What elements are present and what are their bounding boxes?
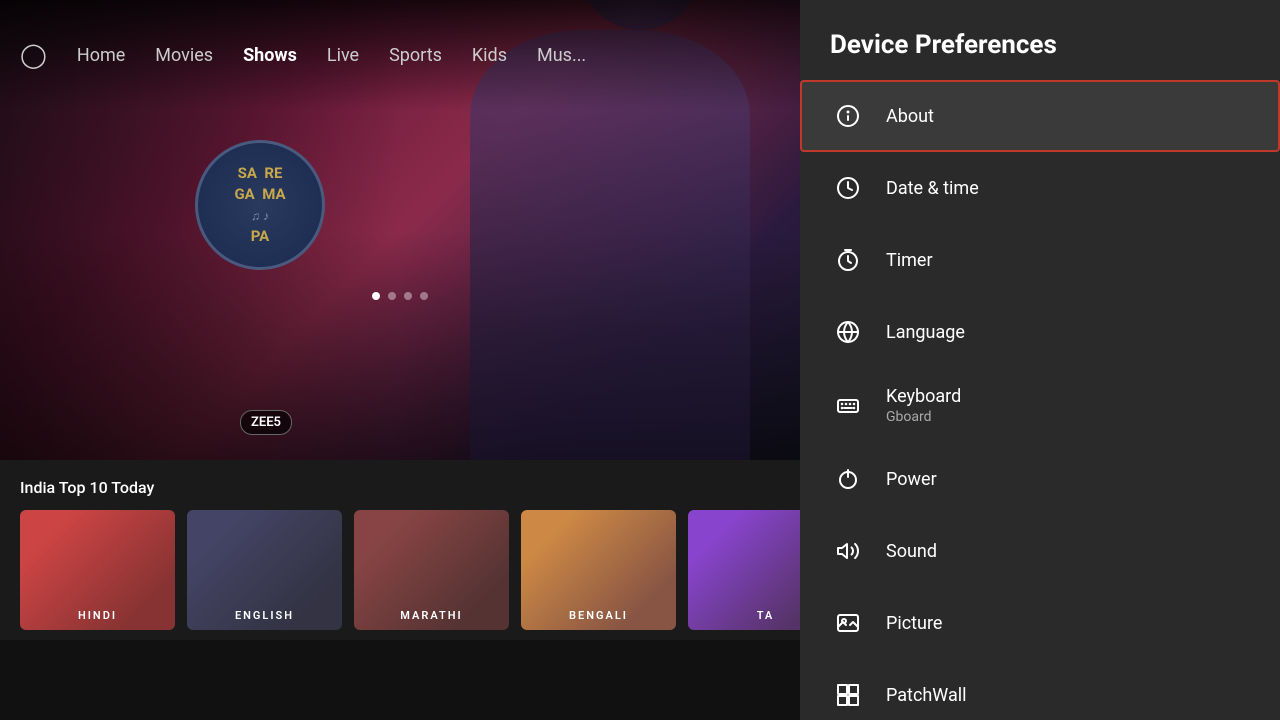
nav-shows[interactable]: Shows (243, 45, 297, 66)
card-ta-label: TA (688, 609, 800, 622)
carousel-dots (0, 292, 800, 300)
card-hindi-label: HINDI (20, 609, 175, 622)
menu-item-language[interactable]: Language (800, 296, 1280, 368)
nav-kids[interactable]: Kids (472, 45, 507, 66)
nav-sports[interactable]: Sports (389, 45, 442, 66)
patchwall-icon (830, 677, 866, 713)
nav-movies[interactable]: Movies (155, 45, 213, 66)
card-marathi[interactable]: MARATHI (354, 510, 509, 630)
profile-icon[interactable]: ◯ (20, 41, 47, 69)
menu-item-about[interactable]: About (800, 80, 1280, 152)
card-marathi-label: MARATHI (354, 609, 509, 622)
language-content: Language (886, 322, 965, 343)
timer-content: Timer (886, 250, 933, 271)
sound-label: Sound (886, 541, 937, 562)
keyboard-icon (830, 388, 866, 424)
hero-logo: SA REGA MA ♫ ♪ PA (195, 140, 325, 270)
patchwall-label: PatchWall (886, 685, 967, 706)
menu-item-sound[interactable]: Sound (800, 515, 1280, 587)
card-hindi[interactable]: HINDI (20, 510, 175, 630)
zee5-badge: ZEE5 (240, 410, 292, 435)
date-time-label: Date & time (886, 178, 979, 199)
keyboard-sublabel: Gboard (886, 409, 961, 425)
patchwall-content: PatchWall (886, 685, 967, 706)
menu-item-timer[interactable]: Timer (800, 224, 1280, 296)
menu-item-picture[interactable]: Picture (800, 587, 1280, 659)
menu-item-keyboard[interactable]: Keyboard Gboard (800, 368, 1280, 443)
picture-label: Picture (886, 613, 942, 634)
info-icon (830, 98, 866, 134)
menu-item-power[interactable]: Power (800, 443, 1280, 515)
menu-item-patchwall[interactable]: PatchWall (800, 659, 1280, 720)
content-rows: India Top 10 Today HINDI ENGLISH MARATHI… (0, 460, 800, 640)
top-nav: ◯ Home Movies Shows Live Sports Kids Mus… (0, 0, 800, 110)
nav-music[interactable]: Mus... (537, 45, 586, 66)
dot-1[interactable] (372, 292, 380, 300)
nav-home[interactable]: Home (77, 45, 125, 66)
picture-icon (830, 605, 866, 641)
picture-content: Picture (886, 613, 942, 634)
content-row: HINDI ENGLISH MARATHI BENGALI TA (20, 510, 780, 630)
language-label: Language (886, 322, 965, 343)
power-icon (830, 461, 866, 497)
power-content: Power (886, 469, 937, 490)
keyboard-content: Keyboard Gboard (886, 386, 961, 425)
card-bengali-label: BENGALI (521, 609, 676, 622)
dot-2[interactable] (388, 292, 396, 300)
volume-icon (830, 533, 866, 569)
clock-icon (830, 170, 866, 206)
about-label: About (886, 106, 934, 127)
card-english-label: ENGLISH (187, 609, 342, 622)
card-ta[interactable]: TA (688, 510, 800, 630)
card-bengali[interactable]: BENGALI (521, 510, 676, 630)
power-label: Power (886, 469, 937, 490)
card-english[interactable]: ENGLISH (187, 510, 342, 630)
globe-icon (830, 314, 866, 350)
timer-icon (830, 242, 866, 278)
sound-content: Sound (886, 541, 937, 562)
panel-title: Device Preferences (800, 0, 1280, 80)
dot-3[interactable] (404, 292, 412, 300)
date-time-content: Date & time (886, 178, 979, 199)
background-content: SA REGA MA ♫ ♪ PA ZEE5 ◯ Home Movies Sho… (0, 0, 800, 720)
menu-item-date-time[interactable]: Date & time (800, 152, 1280, 224)
keyboard-label: Keyboard (886, 386, 961, 407)
dot-4[interactable] (420, 292, 428, 300)
about-content: About (886, 106, 934, 127)
timer-label: Timer (886, 250, 933, 271)
device-preferences-panel: Device Preferences About Date & time (800, 0, 1280, 720)
section-title: India Top 10 Today (20, 478, 780, 502)
nav-live[interactable]: Live (327, 45, 359, 66)
